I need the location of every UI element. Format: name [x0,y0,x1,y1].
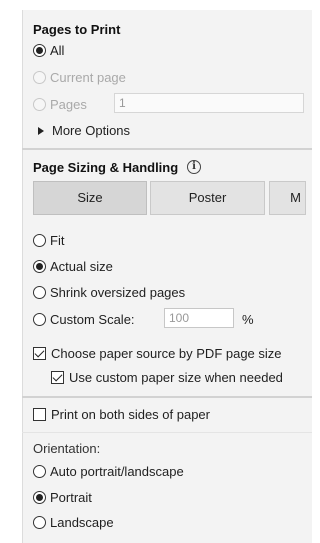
info-icon[interactable]: i [187,160,201,174]
radio-actual-size-label: Actual size [50,259,113,274]
radio-all-button[interactable] [33,44,46,57]
radio-actual-size-button[interactable] [33,260,46,273]
radio-shrink-oversized-button[interactable] [33,286,46,299]
radio-pages-label: Pages [50,97,87,112]
pages-to-print-heading: Pages to Print [33,22,121,37]
custom-paper-checkbox[interactable] [51,371,64,384]
custom-scale-input[interactable]: 100 [164,308,234,328]
radio-portrait-button[interactable] [33,491,46,504]
radio-custom-scale-label: Custom Scale: [50,312,135,327]
tab-size[interactable]: Size [33,181,147,215]
radio-pages-button[interactable] [33,98,46,111]
radio-all-label: All [50,43,65,58]
paper-source-checkbox[interactable] [33,347,46,360]
radio-landscape-button[interactable] [33,516,46,529]
custom-paper-label: Use custom paper size when needed [69,370,283,385]
radio-custom-scale-button[interactable] [33,313,46,326]
duplex-label: Print on both sides of paper [51,407,210,422]
radio-current-page-button[interactable] [33,71,46,84]
radio-fit-label: Fit [50,233,65,248]
radio-portrait-label: Portrait [50,490,92,505]
radio-auto-orientation-button[interactable] [33,465,46,478]
orientation-heading: Orientation: [33,441,101,456]
tab-poster[interactable]: Poster [150,181,265,215]
page-sizing-heading: Page Sizing & Handling [33,160,179,175]
expand-triangle-icon[interactable] [38,127,44,135]
radio-shrink-oversized-label: Shrink oversized pages [50,285,186,300]
section-divider [22,396,312,398]
more-options-link[interactable]: More Options [52,123,130,138]
radio-fit-button[interactable] [33,234,46,247]
pages-range-input[interactable]: 1 [114,93,304,113]
tab-multiple[interactable]: M [269,181,306,215]
radio-current-page-label: Current page [50,70,126,85]
section-divider [22,148,312,150]
section-divider [22,432,312,433]
paper-source-label: Choose paper source by PDF page size [51,346,282,361]
radio-auto-orientation-label: Auto portrait/landscape [50,464,184,479]
radio-landscape-label: Landscape [50,515,114,530]
duplex-checkbox[interactable] [33,408,46,421]
custom-scale-unit: % [242,312,254,327]
